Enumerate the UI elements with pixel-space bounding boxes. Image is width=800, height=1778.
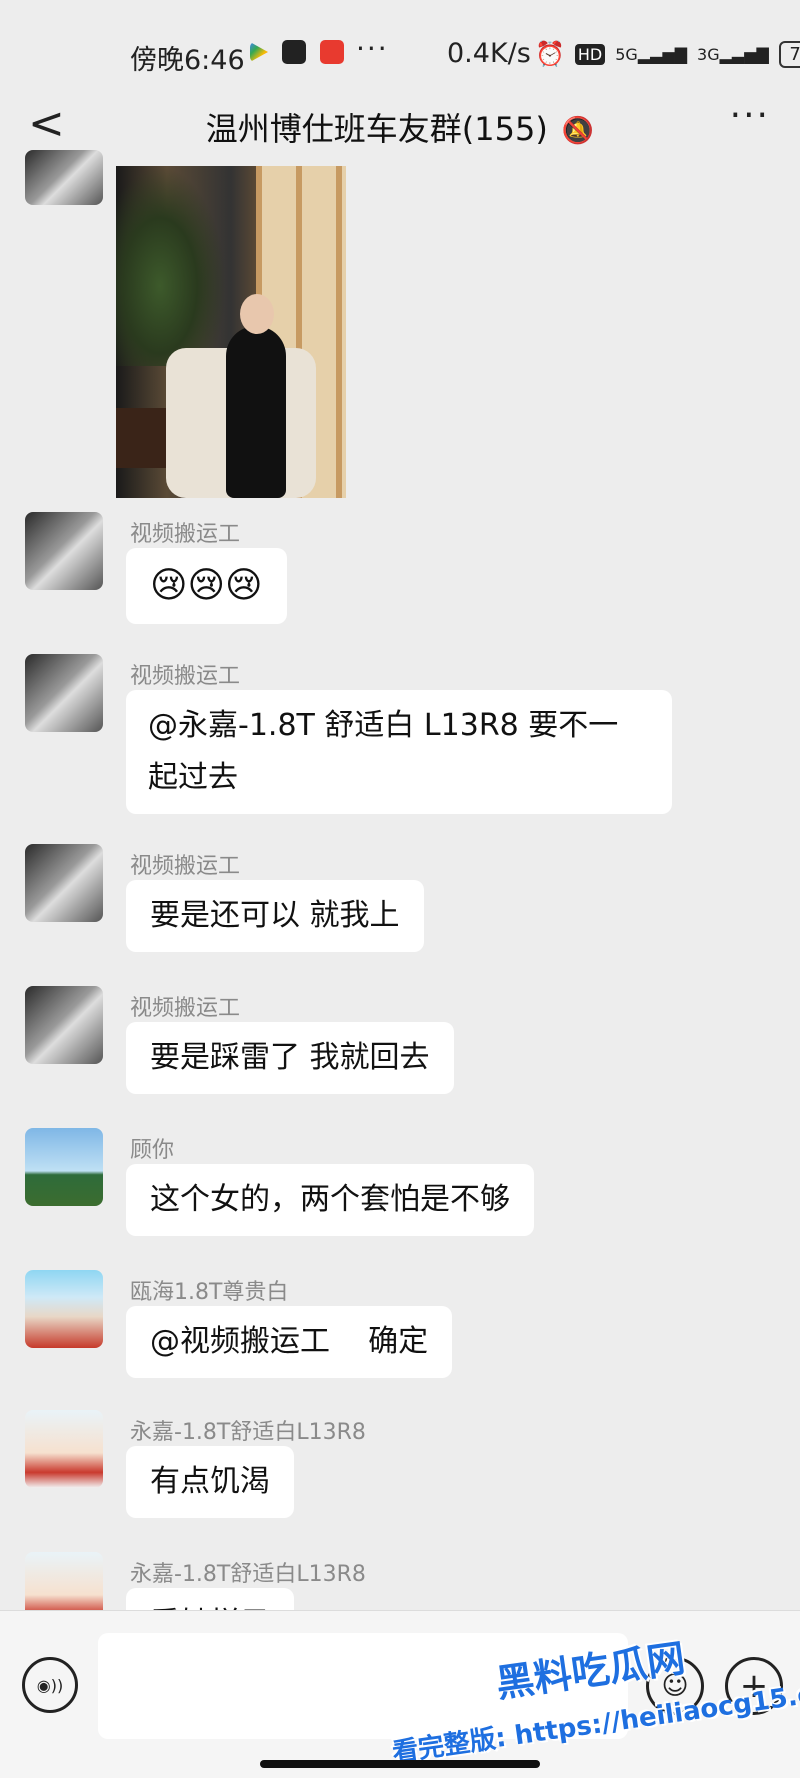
message-text-line: 起过去: [148, 760, 238, 795]
more-options-button[interactable]: ···: [730, 95, 770, 136]
photo-plant: [116, 166, 226, 366]
message-bubble[interactable]: 要是还可以 就我上: [126, 880, 424, 952]
voice-icon: ◉)): [36, 1675, 64, 1695]
sender-name: 视频搬运工: [130, 854, 241, 879]
sender-avatar[interactable]: [25, 150, 103, 205]
message-bubble[interactable]: 😢😢😢: [126, 548, 287, 624]
sender-name: 永嘉-1.8T舒适白L13R8: [130, 1420, 366, 1445]
photo-figure: [226, 326, 286, 498]
image-message[interactable]: [116, 166, 346, 498]
sender-name: 视频搬运工: [130, 996, 241, 1021]
message-bubble[interactable]: 要是踩雷了 我就回去: [126, 1022, 454, 1094]
sender-avatar[interactable]: [25, 1270, 103, 1348]
sender-avatar[interactable]: [25, 512, 103, 590]
sender-avatar[interactable]: [25, 844, 103, 922]
photo-head: [240, 294, 274, 334]
voice-input-button[interactable]: ◉)): [22, 1657, 78, 1713]
message-bubble[interactable]: 有点饥渴: [126, 1446, 294, 1518]
mute-bell-icon: 🔕: [561, 116, 595, 146]
chat-area[interactable]: 视频搬运工 😢😢😢 视频搬运工 @永嘉-1.8T 舒适白 L13R8 要不一 起…: [0, 150, 800, 1610]
sender-avatar[interactable]: [25, 1552, 103, 1610]
sender-avatar[interactable]: [25, 986, 103, 1064]
message-bubble[interactable]: 这个女的，两个套怕是不够: [126, 1164, 534, 1236]
message-bubble[interactable]: 看她样子: [126, 1588, 294, 1610]
message-text-line: @永嘉-1.8T 舒适白 L13R8 要不一: [148, 708, 619, 743]
home-indicator[interactable]: [260, 1760, 540, 1768]
sender-name: 视频搬运工: [130, 522, 241, 547]
sender-name: 顾你: [130, 1138, 175, 1163]
sender-avatar[interactable]: [25, 1128, 103, 1206]
sender-name: 视频搬运工: [130, 664, 241, 689]
sender-avatar[interactable]: [25, 654, 103, 732]
sender-name: 瓯海1.8T尊贵白: [130, 1280, 289, 1305]
message-bubble[interactable]: @视频搬运工 确定: [126, 1306, 453, 1378]
sender-avatar[interactable]: [25, 1410, 103, 1488]
sender-name: 永嘉-1.8T舒适白L13R8: [130, 1562, 366, 1587]
chat-title-row: 温州博仕班车友群(155) 🔕: [0, 104, 800, 150]
message-bubble[interactable]: @永嘉-1.8T 舒适白 L13R8 要不一 起过去: [126, 690, 672, 814]
chat-title: 温州博仕班车友群(155): [205, 110, 548, 148]
chat-header: < 温州博仕班车友群(155) 🔕 ···: [0, 0, 800, 150]
